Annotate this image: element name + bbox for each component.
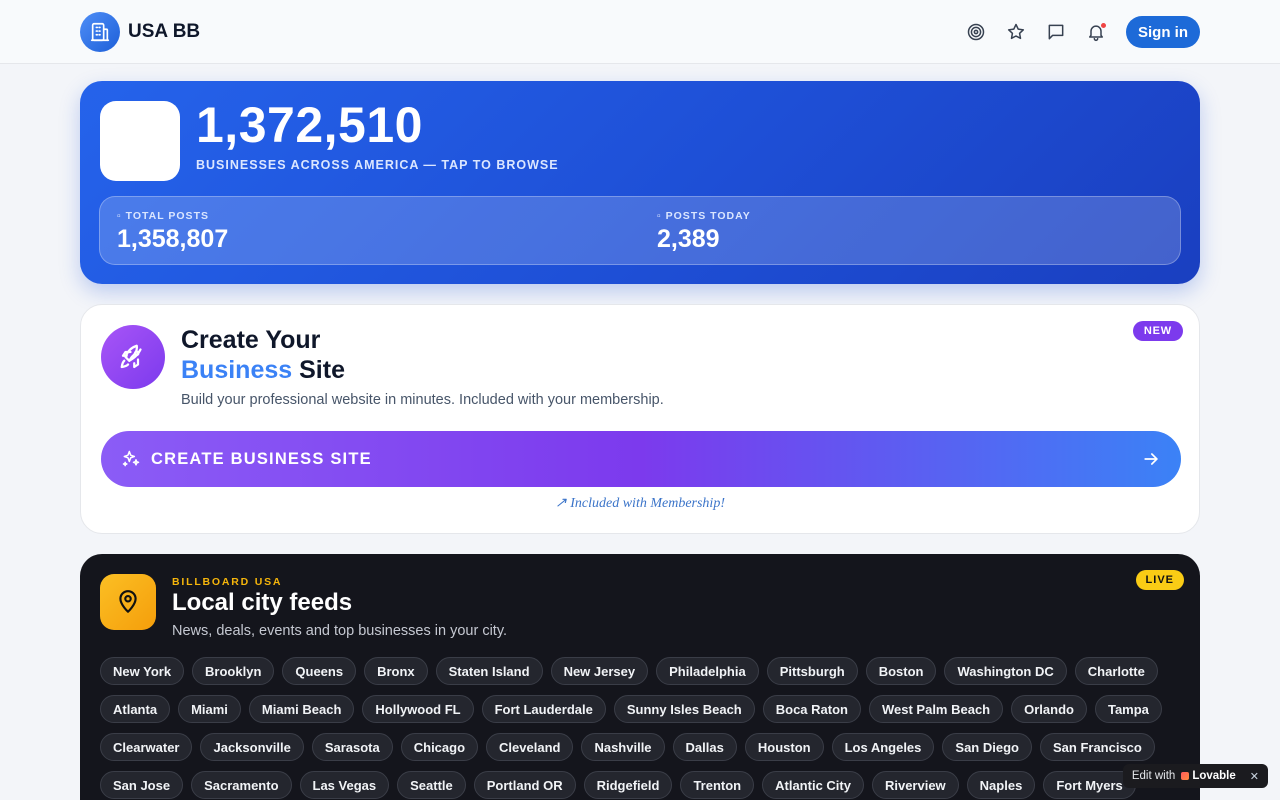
hero-logo-tile [100,101,180,181]
stat-label: POSTS TODAY [665,210,751,222]
star-icon[interactable] [1004,16,1028,48]
city-chip[interactable]: Portland OR [473,771,576,799]
city-chip[interactable]: Trenton [680,771,755,799]
city-chip[interactable]: Miami Beach [248,695,355,723]
header-actions: Sign in [964,16,1200,48]
site-card-description: Build your professional website in minut… [181,392,664,408]
city-chip[interactable]: Las Vegas [299,771,390,799]
lovable-brand: Lovable [1192,770,1236,782]
feeds-eyebrow: BILLBOARD USA [172,576,283,588]
new-badge: NEW [1132,321,1183,341]
title-accent: Business [181,356,293,384]
create-site-card: Create Your Business Site Build your pro… [80,304,1200,534]
stat-value: 2,389 [657,225,720,253]
lovable-prefix: Edit with [1131,770,1176,782]
city-feeds-section: BILLBOARD USA Local city feeds News, dea… [80,554,1200,800]
map-pin-icon [100,574,156,630]
stat-value: 1,358,807 [117,225,229,253]
city-chip[interactable]: Atlanta [100,695,171,723]
city-chip[interactable]: Riverview [871,771,959,799]
edit-with-lovable-badge[interactable]: Edit with Lovable ✕ [1122,764,1268,788]
city-chip[interactable]: Boston [865,657,937,685]
city-chip[interactable]: Philadelphia [656,657,759,685]
brand[interactable]: USA BB [80,12,200,52]
create-business-site-button[interactable]: CREATE BUSINESS SITE [101,431,1181,487]
city-chip[interactable]: Boca Raton [762,695,861,723]
building-icon [80,12,120,52]
stat-total-posts: ▫ TOTAL POSTS 1,358,807 [117,210,228,254]
city-chip[interactable]: Chicago [400,733,479,761]
city-chip[interactable]: Queens [282,657,357,685]
city-chip[interactable]: Seattle [397,771,466,799]
notification-dot [1100,22,1107,29]
city-chip[interactable]: New York [100,657,185,685]
create-button-label: CREATE BUSINESS SITE [151,449,372,468]
city-chip[interactable]: Dallas [672,733,737,761]
live-badge: LIVE [1135,570,1184,590]
city-chip[interactable]: San Diego [942,733,1032,761]
city-chip[interactable]: Sunny Isles Beach [613,695,755,723]
city-chip[interactable]: Bronx [364,657,428,685]
city-chip[interactable]: New Jersey [550,657,649,685]
city-chip[interactable]: Nashville [581,733,665,761]
city-chip[interactable]: Miami [178,695,241,723]
stat-posts-today: ▫ POSTS TODAY 2,389 [657,210,751,254]
brand-name: USA BB [128,21,201,42]
city-chip[interactable]: Naples [966,771,1036,799]
city-chip[interactable]: San Francisco [1039,733,1155,761]
businesses-hero[interactable]: 1,372,510 BUSINESSES ACROSS AMERICA — TA… [80,81,1200,284]
city-chip[interactable]: Cleveland [486,733,574,761]
arrow-right-icon [1141,449,1161,469]
sign-in-button[interactable]: Sign in [1126,16,1200,48]
calendar-icon: ▫ [657,210,666,222]
city-chip[interactable]: Ridgefield [583,771,673,799]
city-chip[interactable]: Washington DC [944,657,1067,685]
target-icon[interactable] [964,16,988,48]
close-icon[interactable]: ✕ [1250,770,1259,783]
city-chip-list: New York Brooklyn Queens Bronx Staten Island… [100,657,1180,800]
hero-subtitle: BUSINESSES ACROSS AMERICA — TAP TO BROWS… [196,158,559,172]
city-chip[interactable]: Clearwater [100,733,193,761]
feeds-title: Local city feeds [172,589,353,616]
city-chip[interactable]: Staten Island [435,657,543,685]
city-chip[interactable]: Brooklyn [192,657,275,685]
rocket-icon [101,325,165,389]
site-card-title: Create Your Business Site [181,326,345,384]
city-chip[interactable]: Charlotte [1074,657,1158,685]
bell-icon[interactable] [1084,16,1108,48]
city-chip[interactable]: Sacramento [191,771,292,799]
city-chip[interactable]: Houston [744,733,824,761]
lovable-heart-icon [1181,772,1190,780]
sparkles-icon [121,449,141,469]
stats-panel: ▫ TOTAL POSTS 1,358,807 ▫ POSTS TODAY 2,… [99,196,1181,265]
city-chip[interactable]: San Jose [100,771,184,799]
city-chip[interactable]: Fort Lauderdale [481,695,606,723]
chat-icon[interactable] [1044,16,1068,48]
membership-note: ↗ Included with Membership! [555,496,725,511]
city-chip[interactable]: Tampa [1094,695,1162,723]
stat-label: TOTAL POSTS [125,210,209,222]
city-chip[interactable]: Los Angeles [831,733,935,761]
city-chip[interactable]: Atlantic City [762,771,864,799]
city-chip[interactable]: Jacksonville [200,733,304,761]
city-chip[interactable]: Fort Myers [1043,771,1136,799]
city-chip[interactable]: Orlando [1011,695,1087,723]
top-header: USA BB Sign in [0,0,1280,64]
business-count: 1,372,510 [196,97,423,153]
city-chip[interactable]: West Palm Beach [868,695,1004,723]
city-chip[interactable]: Pittsburgh [766,657,858,685]
city-chip[interactable]: Sarasota [311,733,393,761]
posts-icon: ▫ [117,210,126,222]
feeds-description: News, deals, events and top businesses i… [172,623,508,639]
city-chip[interactable]: Hollywood FL [362,695,474,723]
